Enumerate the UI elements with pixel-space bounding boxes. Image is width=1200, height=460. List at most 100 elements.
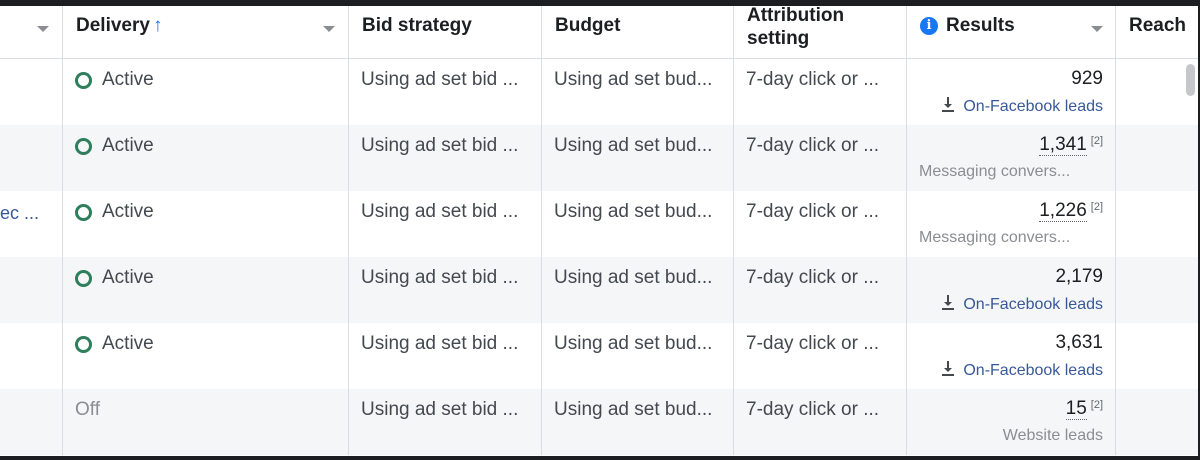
vertical-scrollbar-thumb[interactable]	[1186, 64, 1195, 96]
result-type-label: On-Facebook leads	[963, 296, 1103, 313]
delivery-cell: Off	[63, 389, 349, 455]
budget-cell: Using ad set bud...	[542, 59, 734, 125]
results-value[interactable]: 1,226	[1039, 200, 1087, 222]
attribution-cell: 7-day click or ...	[734, 125, 907, 191]
result-type-link[interactable]: On-Facebook leads	[941, 361, 1103, 380]
budget-value: Using ad set bud...	[554, 201, 713, 222]
delivery-header-label: Delivery	[76, 15, 150, 36]
column-header-reach[interactable]: Reach	[1116, 6, 1198, 58]
name-cell[interactable]	[0, 257, 63, 323]
results-cell: 15 [2] Website leads	[907, 389, 1116, 455]
budget-cell: Using ad set bud...	[542, 323, 734, 389]
attribution-value: 7-day click or ...	[746, 201, 880, 222]
bid-strategy-value: Using ad set bid ...	[361, 399, 519, 420]
results-header-label: Results	[946, 15, 1015, 36]
budget-value: Using ad set bud...	[554, 399, 713, 420]
table-header: Delivery ↑ Bid strategy Budget Attributio…	[0, 6, 1198, 59]
download-icon	[942, 361, 955, 376]
name-cell[interactable]: ec ...	[0, 191, 63, 257]
sort-ascending-icon[interactable]: ↑	[153, 15, 163, 36]
bid-strategy-value: Using ad set bid ...	[361, 333, 519, 354]
bid-strategy-cell: Using ad set bid ...	[349, 323, 542, 389]
result-type-link[interactable]: On-Facebook leads	[941, 295, 1103, 314]
bid-strategy-value: Using ad set bid ...	[361, 267, 519, 288]
bid-strategy-value: Using ad set bid ...	[361, 201, 519, 222]
delivery-status: Active	[102, 135, 154, 156]
budget-value: Using ad set bud...	[554, 333, 713, 354]
attribution-value: 7-day click or ...	[746, 69, 880, 90]
reach-cell	[1116, 257, 1198, 323]
reach-cell	[1116, 389, 1198, 455]
table-row[interactable]: Off Using ad set bid ... Using ad set bu…	[0, 389, 1198, 455]
results-cell: 1,226 [2] Messaging convers...	[907, 191, 1116, 257]
name-cell[interactable]	[0, 323, 63, 389]
name-cell[interactable]	[0, 389, 63, 455]
reach-cell	[1116, 191, 1198, 257]
attribution-cell: 7-day click or ...	[734, 59, 907, 125]
name-cell[interactable]	[0, 59, 63, 125]
column-header-name[interactable]	[0, 6, 63, 58]
bid-strategy-cell: Using ad set bid ...	[349, 257, 542, 323]
result-type-link[interactable]: On-Facebook leads	[941, 97, 1103, 116]
active-status-icon	[75, 336, 92, 353]
download-icon	[942, 295, 955, 310]
budget-value: Using ad set bud...	[554, 267, 713, 288]
chevron-down-icon[interactable]	[37, 26, 49, 32]
delivery-cell: Active	[63, 125, 349, 191]
budget-value: Using ad set bud...	[554, 135, 713, 156]
attribution-value: 7-day click or ...	[746, 267, 880, 288]
results-value: 3,631	[1055, 332, 1103, 353]
result-type-label: On-Facebook leads	[963, 362, 1103, 379]
column-header-attribution[interactable]: Attribution setting	[734, 6, 907, 58]
column-header-results[interactable]: i Results	[907, 6, 1116, 58]
table-row[interactable]: Active Using ad set bid ... Using ad set…	[0, 125, 1198, 191]
active-status-icon	[75, 204, 92, 221]
reach-cell	[1116, 323, 1198, 389]
column-header-bid-strategy[interactable]: Bid strategy	[349, 6, 542, 58]
active-status-icon	[75, 138, 92, 155]
results-value: 929	[1071, 68, 1103, 89]
results-value[interactable]: 1,341	[1039, 134, 1087, 156]
delivery-cell: Active	[63, 59, 349, 125]
column-header-budget[interactable]: Budget	[542, 6, 734, 58]
results-cell: 1,341 [2] Messaging convers...	[907, 125, 1116, 191]
delivery-cell: Active	[63, 323, 349, 389]
attribution-value: 7-day click or ...	[746, 399, 880, 420]
ad-name-link[interactable]: ec ...	[0, 203, 39, 224]
table-row[interactable]: Active Using ad set bid ... Using ad set…	[0, 59, 1198, 125]
bid-strategy-cell: Using ad set bid ...	[349, 125, 542, 191]
delivery-cell: Active	[63, 257, 349, 323]
reach-cell	[1116, 125, 1198, 191]
results-cell: 2,179 On-Facebook leads	[907, 257, 1116, 323]
attribution-cell: 7-day click or ...	[734, 191, 907, 257]
budget-cell: Using ad set bud...	[542, 257, 734, 323]
delivery-status: Active	[102, 333, 154, 354]
ads-table: Delivery ↑ Bid strategy Budget Attributio…	[0, 6, 1198, 456]
column-header-delivery[interactable]: Delivery ↑	[63, 6, 349, 58]
bid-strategy-header-label: Bid strategy	[362, 15, 472, 36]
result-type-label: Messaging convers...	[919, 229, 1071, 246]
bid-strategy-value: Using ad set bid ...	[361, 135, 519, 156]
table-row[interactable]: Active Using ad set bid ... Using ad set…	[0, 257, 1198, 323]
bid-strategy-cell: Using ad set bid ...	[349, 59, 542, 125]
result-type-label: Messaging convers...	[919, 163, 1071, 180]
chevron-down-icon[interactable]	[323, 26, 335, 32]
active-status-icon	[75, 270, 92, 287]
budget-header-label: Budget	[555, 15, 621, 36]
results-value[interactable]: 15	[1065, 398, 1087, 420]
attribution-header-label-line2: setting	[747, 28, 810, 49]
budget-value: Using ad set bud...	[554, 69, 713, 90]
attribution-value: 7-day click or ...	[746, 333, 880, 354]
budget-cell: Using ad set bud...	[542, 125, 734, 191]
table-row[interactable]: Active Using ad set bid ... Using ad set…	[0, 323, 1198, 389]
attribution-cell: 7-day click or ...	[734, 323, 907, 389]
table-row[interactable]: ec ... Active Using ad set bid ... Using…	[0, 191, 1198, 257]
footnote-marker: [2]	[1090, 399, 1103, 411]
info-icon[interactable]: i	[920, 17, 938, 35]
name-cell[interactable]	[0, 125, 63, 191]
active-status-icon	[75, 72, 92, 89]
reach-header-label: Reach	[1129, 15, 1187, 36]
results-cell: 3,631 On-Facebook leads	[907, 323, 1116, 389]
chevron-down-icon[interactable]	[1091, 26, 1103, 32]
results-value: 2,179	[1055, 266, 1103, 287]
